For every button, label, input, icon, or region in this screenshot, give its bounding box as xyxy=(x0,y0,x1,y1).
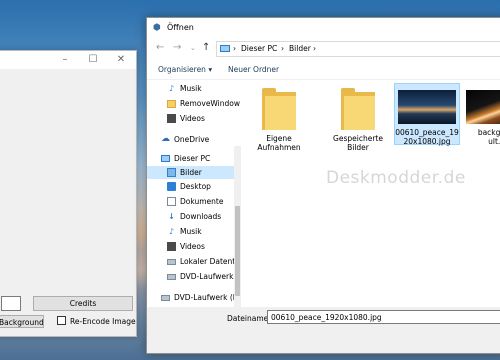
nav-item-musik[interactable]: ♪ Musik xyxy=(147,82,241,95)
app-window: – ☐ ✕ Credits e Background Re-Encode Ima… xyxy=(0,50,137,337)
cloud-icon: ☁ xyxy=(161,134,170,144)
nav-item-videos[interactable]: Videos xyxy=(147,112,241,125)
filename-label: Dateiname: xyxy=(227,314,271,323)
navigation-pane: ♪ Musik RemoveWindow Videos ☁ OneDrive D… xyxy=(147,80,243,328)
desktop-icon xyxy=(167,182,176,191)
watermark-text: Deskmodder.de xyxy=(326,168,466,188)
back-icon[interactable]: ← xyxy=(156,41,164,55)
nav-item-onedrive[interactable]: ☁ OneDrive xyxy=(147,133,241,146)
maximize-icon[interactable]: ☐ xyxy=(87,54,99,66)
nav-item-label: RemoveWindow xyxy=(180,99,241,108)
reencode-label: Re-Encode Image xyxy=(70,317,136,326)
folder-icon xyxy=(262,88,296,130)
nav-item-label: Dokumente xyxy=(180,197,224,206)
music-icon: ♪ xyxy=(168,84,175,93)
filename-input[interactable]: 00610_peace_1920x1080.jpg xyxy=(267,310,500,324)
nav-item-dieser-pc[interactable]: Dieser PC xyxy=(147,152,241,165)
nav-item-videos-2[interactable]: Videos xyxy=(147,240,241,253)
pictures-icon xyxy=(167,168,176,177)
organize-button[interactable]: Organisieren ▾ xyxy=(158,65,212,74)
nav-item-label: Desktop xyxy=(180,182,211,191)
pc-icon xyxy=(161,155,170,162)
nav-item-dvd-2[interactable]: DVD-Laufwerk (D: xyxy=(147,291,241,304)
dialog-title: Öffnen xyxy=(167,23,194,32)
nav-item-label: Downloads xyxy=(180,212,222,221)
credits-button[interactable]: Credits xyxy=(33,296,133,311)
file-item-label: background ult.jpg xyxy=(477,128,500,146)
command-bar: Organisieren ▾ Neuer Ordner xyxy=(147,59,500,80)
drive-icon xyxy=(167,259,176,265)
video-icon xyxy=(167,114,176,123)
reencode-checkbox[interactable]: Re-Encode Image xyxy=(57,316,136,326)
file-item-gespeicherte-bilder[interactable]: Gespeicherte Bilder xyxy=(327,84,389,152)
downloads-icon: ↓ xyxy=(168,212,175,221)
folder-icon xyxy=(167,100,176,108)
minimize-icon[interactable]: – xyxy=(59,54,71,66)
dvd-icon xyxy=(161,295,170,301)
breadcrumb-sep-icon: › xyxy=(233,44,236,53)
file-item-eigene-aufnahmen[interactable]: Eigene Aufnahmen xyxy=(248,84,310,152)
nav-item-label: OneDrive xyxy=(174,135,210,144)
open-file-dialog: ⬢ Öffnen ← → ⌄ ↑ › Dieser PC › Bilder › … xyxy=(146,17,500,354)
documents-icon xyxy=(167,197,176,206)
dvd-icon xyxy=(167,274,176,280)
filename-row: Dateiname: 00610_peace_1920x1080.jpg xyxy=(147,307,500,353)
file-item-label: 00610_peace_1920x1080.jpg xyxy=(395,128,459,146)
nav-item-downloads[interactable]: ↓ Downloads xyxy=(147,210,241,223)
file-item-label: Gespeicherte Bilder xyxy=(333,134,383,152)
nav-item-desktop[interactable]: Desktop xyxy=(147,180,241,193)
app-text-input[interactable] xyxy=(1,296,21,311)
address-bar[interactable]: › Dieser PC › Bilder › xyxy=(216,41,500,57)
close-icon[interactable]: ✕ xyxy=(115,54,127,66)
image-thumbnail xyxy=(466,90,500,124)
nav-item-label: Videos xyxy=(180,114,205,123)
video-icon xyxy=(167,242,176,251)
nav-item-removewindow[interactable]: RemoveWindow xyxy=(147,97,241,110)
forward-icon[interactable]: → xyxy=(173,41,181,55)
pc-icon xyxy=(220,45,230,52)
new-folder-button[interactable]: Neuer Ordner xyxy=(228,65,279,74)
recent-dropdown-icon[interactable]: ⌄ xyxy=(190,41,196,55)
file-item-label: Eigene Aufnahmen xyxy=(257,134,301,152)
breadcrumb-item[interactable]: Bilder xyxy=(289,43,311,55)
nav-scrollbar[interactable] xyxy=(234,146,241,328)
image-thumbnail xyxy=(398,90,456,124)
nav-item-label: Bilder xyxy=(180,168,202,177)
app-titlebar: – ☐ ✕ xyxy=(0,51,136,69)
nav-item-bilder[interactable]: Bilder xyxy=(147,166,241,179)
checkbox-icon[interactable] xyxy=(57,316,66,325)
nav-item-musik-2[interactable]: ♪ Musik xyxy=(147,225,241,238)
breadcrumb-item[interactable]: Dieser PC xyxy=(241,43,277,55)
breadcrumb-sep-icon: › xyxy=(281,44,284,53)
folder-icon xyxy=(341,88,375,130)
app-icon: ⬢ xyxy=(153,23,161,33)
navigation-bar: ← → ⌄ ↑ › Dieser PC › Bilder › xyxy=(147,39,500,57)
music-icon: ♪ xyxy=(168,227,175,236)
file-item-background-jpg[interactable]: background ult.jpg xyxy=(464,84,500,146)
nav-item-label: Lokaler Datenträ xyxy=(180,257,241,266)
breadcrumb-sep-icon: › xyxy=(313,44,316,53)
dialog-titlebar: ⬢ Öffnen xyxy=(147,18,500,38)
nav-item-label: Dieser PC xyxy=(174,154,211,163)
nav-item-label: DVD-Laufwerk (D: xyxy=(174,293,241,302)
file-item-peace-jpg[interactable]: 00610_peace_1920x1080.jpg xyxy=(394,83,460,146)
nav-item-label: DVD-Laufwerk (I xyxy=(180,272,241,281)
nav-item-dokumente[interactable]: Dokumente xyxy=(147,195,241,208)
nav-item-lokaler-datentraeger[interactable]: Lokaler Datenträ xyxy=(147,255,241,268)
nav-item-label: Musik xyxy=(180,84,202,93)
nav-item-dvd-1[interactable]: DVD-Laufwerk (I xyxy=(147,270,241,283)
nav-item-label: Musik xyxy=(180,227,202,236)
file-list: Eigene Aufnahmen Gespeicherte Bilder 006… xyxy=(244,80,500,306)
scrollbar-thumb[interactable] xyxy=(235,206,240,296)
background-button[interactable]: e Background xyxy=(0,315,44,328)
up-icon[interactable]: ↑ xyxy=(202,41,210,55)
nav-item-label: Videos xyxy=(180,242,205,251)
